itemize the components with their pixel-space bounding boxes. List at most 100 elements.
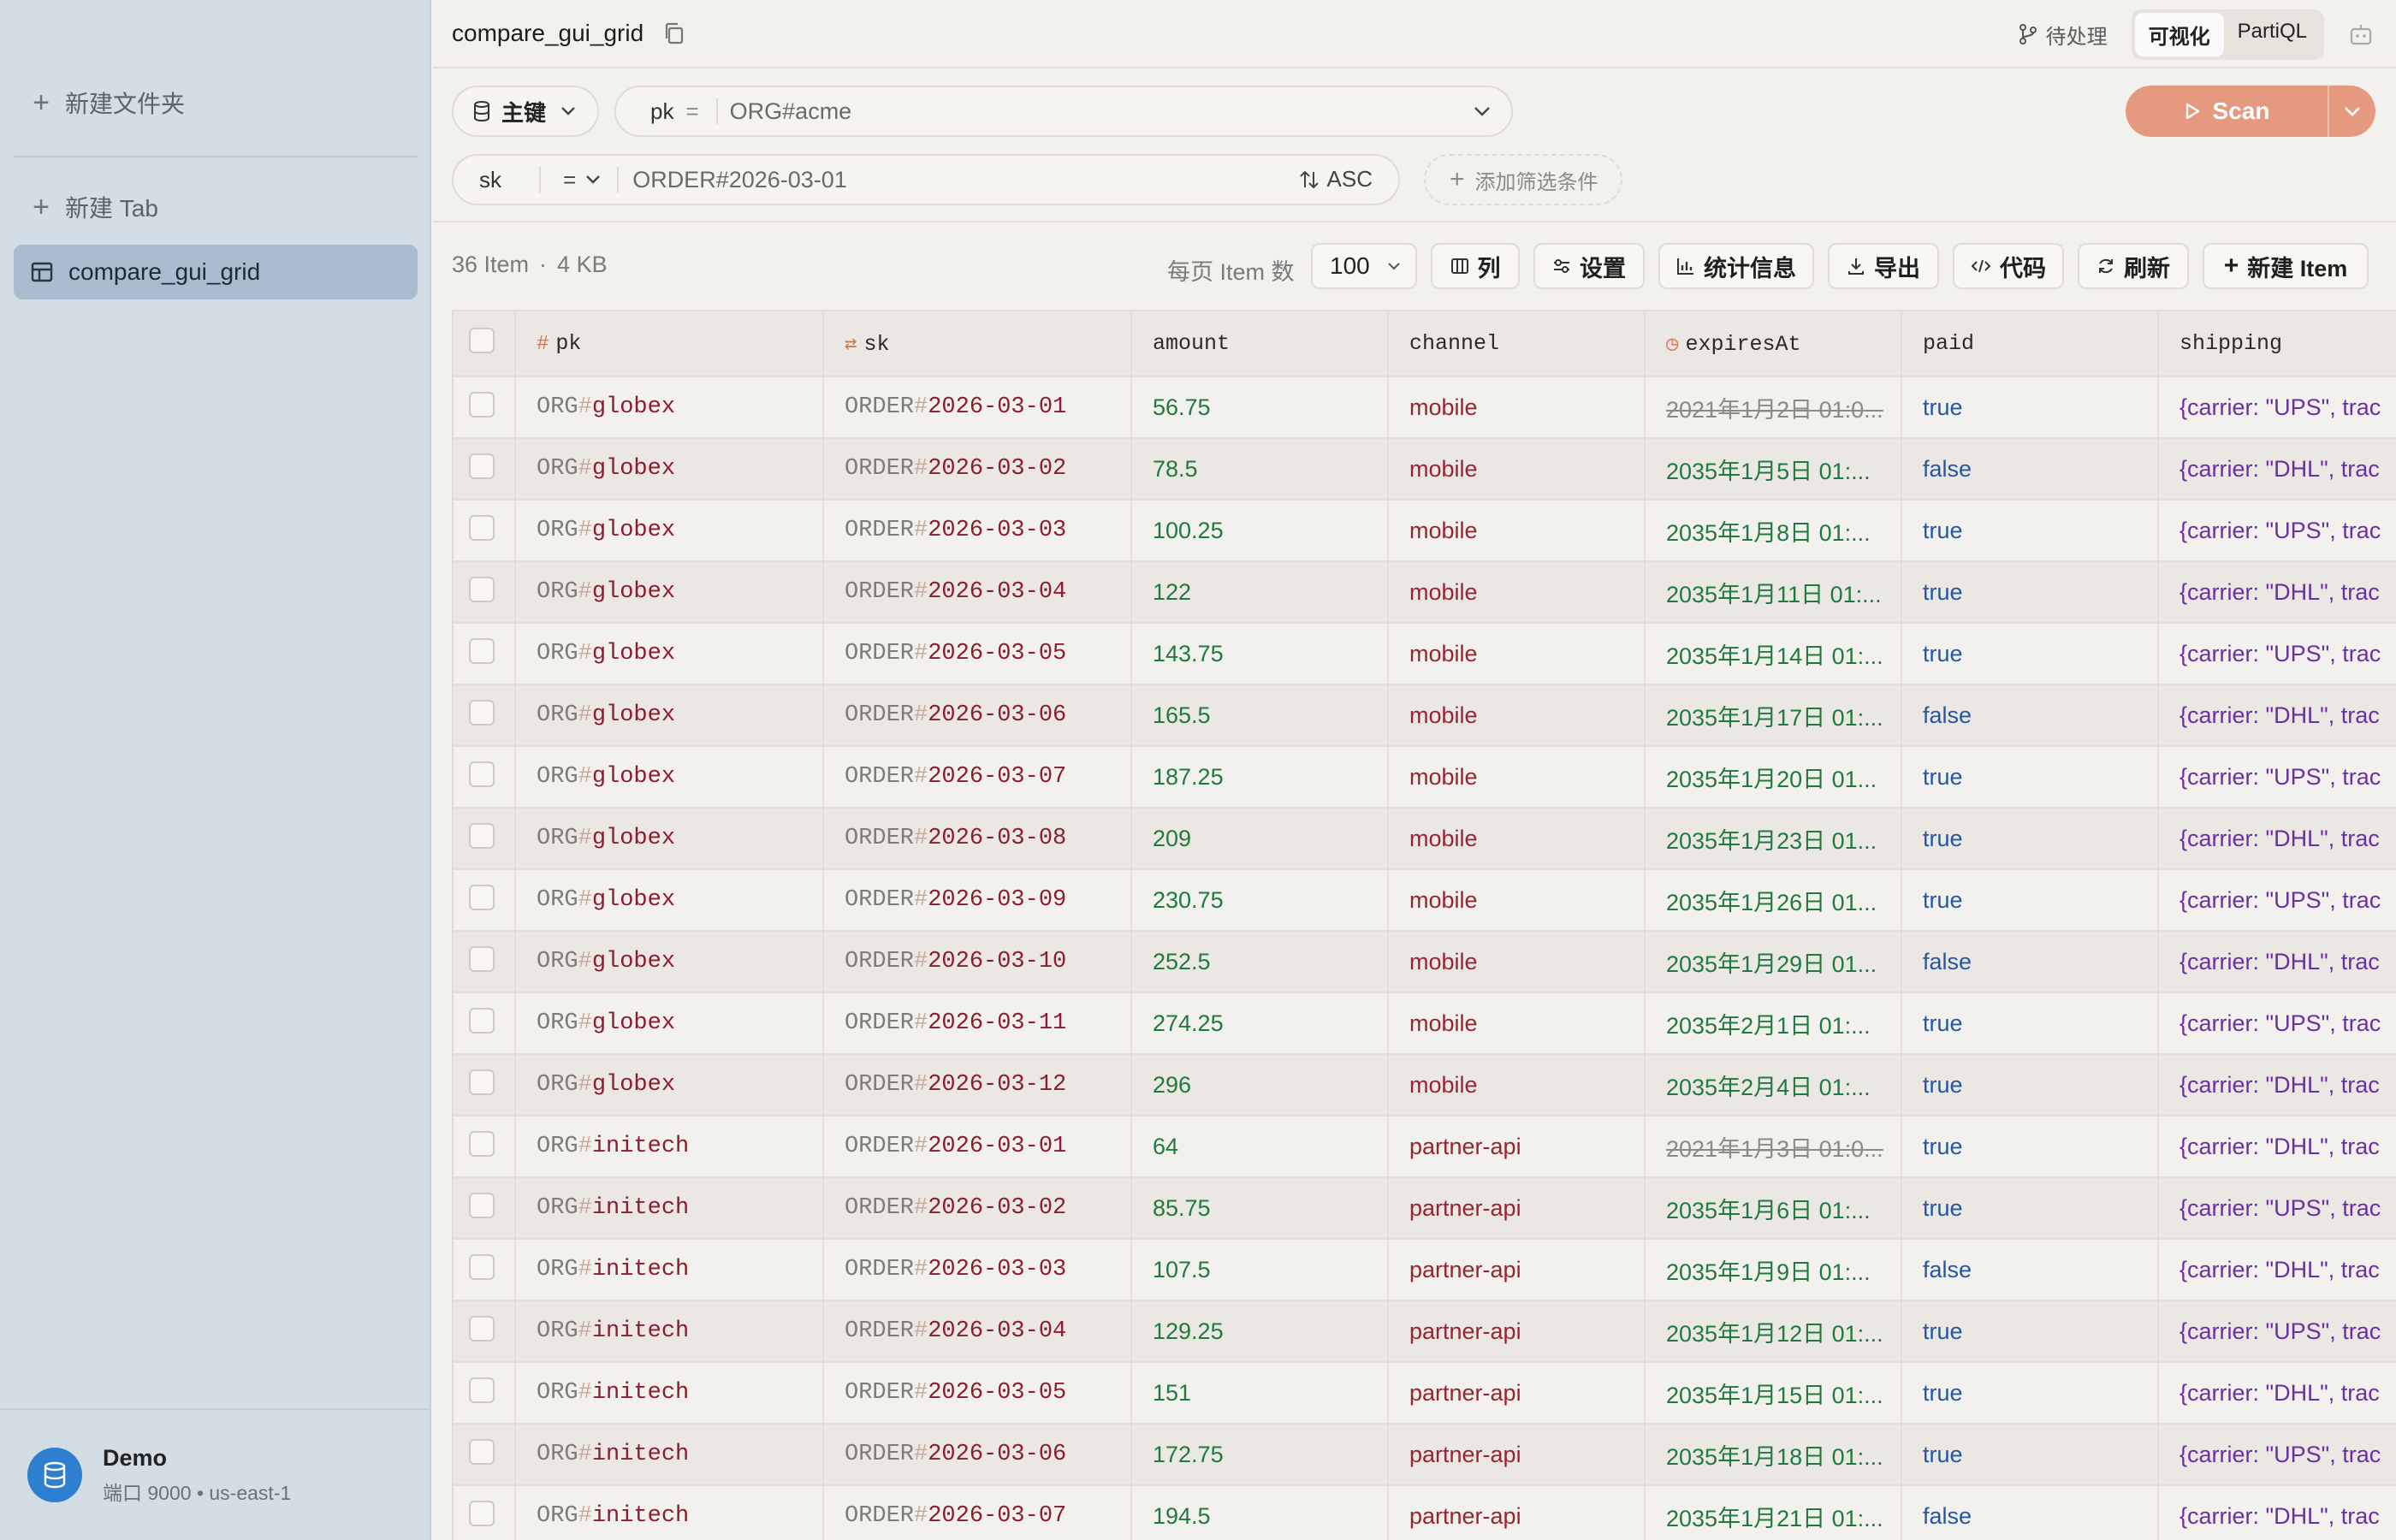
scan-options-button[interactable] <box>2328 86 2375 137</box>
cell-channel[interactable]: partner-api <box>1388 1424 1646 1486</box>
cell-sk[interactable]: ORDER#2026-03-05 <box>823 623 1132 685</box>
scan-button[interactable]: Scan <box>2126 86 2328 137</box>
cell-shipping[interactable]: {carrier: "DHL", trac <box>2158 1054 2396 1116</box>
cell-pk[interactable]: ORG#globex <box>515 561 824 624</box>
cell-channel[interactable]: partner-api <box>1388 1485 1646 1540</box>
cell-channel[interactable]: mobile <box>1388 869 1646 932</box>
refresh-button[interactable]: 刷新 <box>2078 243 2189 289</box>
partition-key-condition[interactable]: pk = ORG#acme <box>614 86 1513 137</box>
cell-shipping[interactable]: {carrier: "DHL", trac <box>2158 1116 2396 1178</box>
cell-expiresat[interactable]: 2035年1月21日 01:... <box>1645 1485 1902 1540</box>
table-row[interactable]: ORG#initech ORDER#2026-03-03 107.5 partner-… <box>454 1239 2396 1301</box>
cell-shipping[interactable]: {carrier: "DHL", trac <box>2158 1239 2396 1301</box>
cell-expiresat[interactable]: 2035年1月12日 01:... <box>1645 1300 1902 1363</box>
cell-channel[interactable]: mobile <box>1388 808 1646 870</box>
cell-paid[interactable]: false <box>1901 931 2159 993</box>
cell-amount[interactable]: 194.5 <box>1131 1485 1389 1540</box>
cell-expiresat[interactable]: 2035年1月9日 01:... <box>1645 1239 1902 1301</box>
row-checkbox[interactable] <box>469 1007 495 1034</box>
connection-info[interactable]: Demo 端口 9000 • us-east-1 <box>0 1408 431 1540</box>
cell-paid[interactable]: true <box>1901 1300 2159 1363</box>
copy-icon[interactable] <box>662 21 685 45</box>
cell-paid[interactable]: true <box>1901 1424 2159 1486</box>
cell-sk[interactable]: ORDER#2026-03-01 <box>823 376 1132 439</box>
column-header-paid[interactable]: paid <box>1901 311 2159 377</box>
row-checkbox[interactable] <box>469 1192 495 1218</box>
cell-sk[interactable]: ORDER#2026-03-12 <box>823 1054 1132 1116</box>
column-header-expiresat[interactable]: ◷ expiresAt <box>1645 311 1902 377</box>
table-row[interactable]: ORG#globex ORDER#2026-03-04 122 mobile 2035年… <box>454 561 2396 624</box>
cell-channel[interactable]: partner-api <box>1388 1116 1646 1178</box>
cell-sk[interactable]: ORDER#2026-03-02 <box>823 438 1132 500</box>
row-checkbox[interactable] <box>469 514 495 541</box>
row-checkbox-cell[interactable] <box>454 561 516 624</box>
columns-button[interactable]: 列 <box>1431 243 1520 289</box>
cell-paid[interactable]: true <box>1901 1054 2159 1116</box>
cell-shipping[interactable]: {carrier: "UPS", trac <box>2158 1177 2396 1240</box>
cell-paid[interactable]: false <box>1901 1485 2159 1540</box>
cell-channel[interactable]: mobile <box>1388 931 1646 993</box>
cell-channel[interactable]: partner-api <box>1388 1239 1646 1301</box>
cell-expiresat[interactable]: 2035年1月8日 01:... <box>1645 500 1902 562</box>
export-button[interactable]: 导出 <box>1828 243 1939 289</box>
table-row[interactable]: ORG#globex ORDER#2026-03-11 274.25 mobile 20… <box>454 992 2396 1055</box>
statistics-button[interactable]: 统计信息 <box>1658 243 1814 289</box>
cell-pk[interactable]: ORG#globex <box>515 623 824 685</box>
cell-amount[interactable]: 230.75 <box>1131 869 1389 932</box>
cell-amount[interactable]: 129.25 <box>1131 1300 1389 1363</box>
row-checkbox-cell[interactable] <box>454 623 516 685</box>
cell-sk[interactable]: ORDER#2026-03-09 <box>823 869 1132 932</box>
cell-pk[interactable]: ORG#initech <box>515 1424 824 1486</box>
select-all-checkbox-cell[interactable] <box>454 311 516 377</box>
cell-pk[interactable]: ORG#globex <box>515 684 824 747</box>
cell-expiresat[interactable]: 2035年1月6日 01:... <box>1645 1177 1902 1240</box>
cell-pk[interactable]: ORG#initech <box>515 1177 824 1240</box>
row-checkbox-cell[interactable] <box>454 1054 516 1116</box>
cell-channel[interactable]: mobile <box>1388 746 1646 808</box>
cell-shipping[interactable]: {carrier: "UPS", trac <box>2158 869 2396 932</box>
row-checkbox-cell[interactable] <box>454 1362 516 1424</box>
row-checkbox[interactable] <box>469 1253 495 1280</box>
cell-expiresat[interactable]: 2035年2月1日 01:... <box>1645 992 1902 1055</box>
row-checkbox-cell[interactable] <box>454 500 516 562</box>
row-checkbox-cell[interactable] <box>454 808 516 870</box>
robot-icon[interactable] <box>2348 22 2374 46</box>
cell-amount[interactable]: 100.25 <box>1131 500 1389 562</box>
cell-pk[interactable]: ORG#globex <box>515 1054 824 1116</box>
cell-pk[interactable]: ORG#initech <box>515 1485 824 1540</box>
pending-changes-button[interactable]: 待处理 <box>2019 20 2108 50</box>
row-checkbox[interactable] <box>469 1069 495 1095</box>
new-tab-button[interactable]: + 新建 Tab <box>14 180 418 234</box>
cell-expiresat[interactable]: 2035年1月23日 01... <box>1645 808 1902 870</box>
cell-expiresat[interactable]: 2035年2月4日 01:... <box>1645 1054 1902 1116</box>
cell-pk[interactable]: ORG#initech <box>515 1300 824 1363</box>
cell-shipping[interactable]: {carrier: "DHL", trac <box>2158 1485 2396 1540</box>
cell-shipping[interactable]: {carrier: "UPS", trac <box>2158 500 2396 562</box>
cell-amount[interactable]: 56.75 <box>1131 376 1389 439</box>
cell-amount[interactable]: 85.75 <box>1131 1177 1389 1240</box>
cell-expiresat[interactable]: 2021年1月3日 01:0... <box>1645 1116 1902 1178</box>
cell-sk[interactable]: ORDER#2026-03-05 <box>823 1362 1132 1424</box>
cell-expiresat[interactable]: 2035年1月5日 01:... <box>1645 438 1902 500</box>
cell-paid[interactable]: true <box>1901 992 2159 1055</box>
cell-pk[interactable]: ORG#initech <box>515 1239 824 1301</box>
table-row[interactable]: ORG#globex ORDER#2026-03-06 165.5 mobile 203… <box>454 684 2396 747</box>
row-checkbox[interactable] <box>469 453 495 479</box>
cell-paid[interactable]: true <box>1901 376 2159 439</box>
cell-amount[interactable]: 165.5 <box>1131 684 1389 747</box>
cell-shipping[interactable]: {carrier: "UPS", trac <box>2158 1300 2396 1363</box>
cell-amount[interactable]: 296 <box>1131 1054 1389 1116</box>
cell-expiresat[interactable]: 2035年1月18日 01:... <box>1645 1424 1902 1486</box>
table-row[interactable]: ORG#globex ORDER#2026-03-01 56.75 mobile 202… <box>454 376 2396 439</box>
row-checkbox-cell[interactable] <box>454 992 516 1055</box>
cell-expiresat[interactable]: 2021年1月2日 01:0... <box>1645 376 1902 439</box>
row-checkbox-cell[interactable] <box>454 376 516 439</box>
cell-channel[interactable]: mobile <box>1388 992 1646 1055</box>
code-button[interactable]: 代码 <box>1953 243 2064 289</box>
row-checkbox[interactable] <box>469 637 495 664</box>
cell-paid[interactable]: false <box>1901 438 2159 500</box>
sidebar-item-compare-gui-grid[interactable]: compare_gui_grid <box>14 245 418 299</box>
cell-expiresat[interactable]: 2035年1月17日 01:... <box>1645 684 1902 747</box>
cell-expiresat[interactable]: 2035年1月26日 01... <box>1645 869 1902 932</box>
cell-amount[interactable]: 274.25 <box>1131 992 1389 1055</box>
